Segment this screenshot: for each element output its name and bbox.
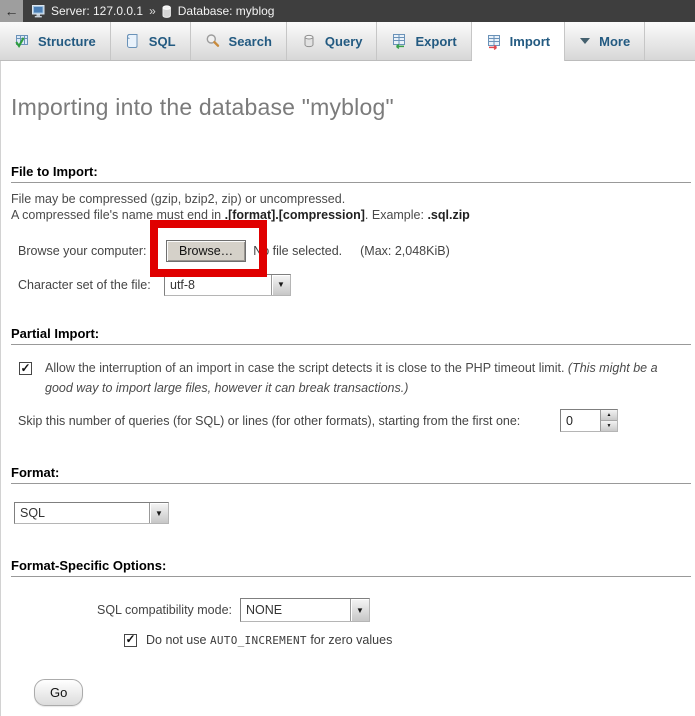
search-icon: [205, 33, 221, 49]
section-heading-format-options: Format-Specific Options:: [11, 558, 691, 577]
stepper-up-button[interactable]: ▲: [601, 410, 617, 421]
max-upload-size: (Max: 2,048KiB): [360, 244, 450, 258]
browse-button[interactable]: Browse…: [166, 240, 246, 262]
allow-interruption-row: ✓ Allow the interruption of an import in…: [11, 359, 674, 398]
tab-sql[interactable]: SQL: [111, 22, 191, 60]
browse-row: Browse your computer: Browse… No file se…: [11, 239, 695, 262]
section-heading-format: Format:: [11, 465, 691, 484]
tab-import[interactable]: Import: [472, 22, 565, 61]
tab-label: Export: [415, 34, 456, 49]
skip-queries-row: Skip this number of queries (for SQL) or…: [11, 409, 618, 432]
auto-increment-text: Do not use AUTO_INCREMENT for zero value…: [146, 633, 392, 647]
tab-label: SQL: [149, 34, 176, 49]
breadcrumb-server[interactable]: Server: 127.0.0.1: [51, 4, 143, 18]
check-icon: ✓: [20, 362, 30, 374]
allow-interruption-checkbox[interactable]: ✓: [19, 362, 32, 375]
go-row: Go: [11, 679, 695, 716]
tab-label: Structure: [38, 34, 96, 49]
main-content: Importing into the database "myblog" Fil…: [0, 61, 695, 716]
sql-compatibility-label: SQL compatibility mode:: [97, 603, 232, 617]
stepper-buttons: ▲ ▼: [600, 410, 617, 431]
page-title: Importing into the database "myblog": [11, 61, 695, 121]
format-select[interactable]: SQL ▼: [14, 502, 169, 524]
file-import-description: File may be compressed (gzip, bzip2, zip…: [11, 192, 695, 223]
tab-label: Search: [229, 34, 272, 49]
breadcrumb-database[interactable]: Database: myblog: [178, 4, 275, 18]
chevron-down-icon: ▼: [271, 275, 290, 295]
tab-query[interactable]: Query: [287, 22, 378, 60]
format-select-value: SQL: [15, 503, 149, 523]
compression-info-line: File may be compressed (gzip, bzip2, zip…: [11, 192, 345, 206]
auto-increment-row: ✓ Do not use AUTO_INCREMENT for zero val…: [11, 633, 695, 647]
chevron-down-icon: ▼: [350, 599, 369, 621]
sql-compatibility-value: NONE: [241, 599, 350, 621]
stepper-down-button[interactable]: ▼: [601, 421, 617, 431]
sql-compatibility-row: SQL compatibility mode: NONE ▼: [11, 598, 695, 622]
allow-interruption-main: Allow the interruption of an import in c…: [45, 361, 568, 375]
server-icon: [32, 5, 46, 18]
export-icon: [391, 33, 407, 49]
chevron-down-icon: [579, 37, 591, 45]
tab-search[interactable]: Search: [191, 22, 287, 60]
filename-rule-mid: . Example:: [365, 208, 428, 222]
sql-icon: [125, 33, 141, 49]
query-icon: [301, 33, 317, 49]
tab-label: Import: [510, 34, 550, 49]
go-button[interactable]: Go: [34, 679, 83, 706]
charset-row: Character set of the file: utf-8 ▼: [11, 273, 695, 296]
structure-icon: [14, 33, 30, 49]
check-icon: ✓: [125, 633, 135, 645]
filename-rule-prefix: A compressed file's name must end in: [11, 208, 225, 222]
tabbar-filler: [645, 22, 695, 60]
auto-increment-prefix: Do not use: [146, 633, 210, 647]
charset-select-value: utf-8: [165, 275, 271, 295]
auto-increment-checkbox[interactable]: ✓: [124, 634, 137, 647]
tab-export[interactable]: Export: [377, 22, 471, 60]
import-icon: [486, 34, 502, 50]
skip-queries-stepper[interactable]: ▲ ▼: [560, 409, 618, 432]
tab-bar: Structure SQL Search Query Export Import: [0, 22, 695, 61]
tab-label: More: [599, 34, 630, 49]
no-file-selected-text: No file selected.: [253, 244, 342, 258]
charset-label: Character set of the file:: [18, 278, 164, 292]
tab-structure[interactable]: Structure: [0, 22, 111, 60]
filename-rule-pattern: .[format].[compression]: [225, 208, 365, 222]
skip-queries-label: Skip this number of queries (for SQL) or…: [18, 414, 520, 428]
chevron-down-icon: ▼: [149, 503, 168, 523]
breadcrumb-separator: »: [149, 4, 156, 18]
auto-increment-suffix: for zero values: [307, 633, 392, 647]
charset-select[interactable]: utf-8 ▼: [164, 274, 291, 296]
allow-interruption-text: Allow the interruption of an import in c…: [45, 359, 674, 398]
section-heading-partial-import: Partial Import:: [11, 326, 691, 345]
skip-queries-input[interactable]: [561, 410, 600, 431]
tab-more[interactable]: More: [565, 22, 645, 60]
sql-compatibility-select[interactable]: NONE ▼: [240, 598, 370, 622]
database-icon: [162, 5, 173, 18]
back-button[interactable]: ←: [0, 0, 23, 22]
browse-label: Browse your computer:: [18, 244, 166, 258]
tab-label: Query: [325, 34, 363, 49]
auto-increment-code: AUTO_INCREMENT: [210, 634, 307, 647]
filename-rule-example: .sql.zip: [427, 208, 469, 222]
section-heading-file-to-import: File to Import:: [11, 164, 691, 183]
breadcrumb-bar: ← Server: 127.0.0.1 » Database: myblog: [0, 0, 695, 22]
